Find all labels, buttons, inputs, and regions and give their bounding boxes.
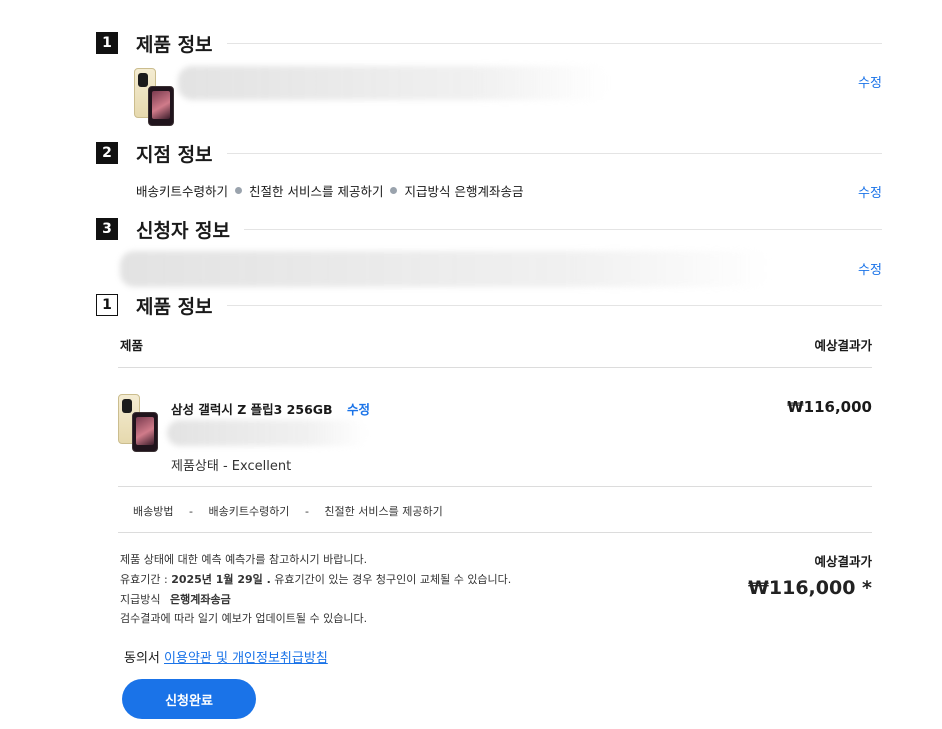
note-update: 검수결과에 따라 일기 예보가 업데이트될 수 있습니다. <box>120 612 368 625</box>
section-applicant-header: 3 신청자 정보 <box>96 217 882 242</box>
product-condition: 제품상태 - Excellent <box>171 459 292 474</box>
payment-label: 지급방식 <box>120 593 161 606</box>
section-title: 제품 정보 <box>136 33 213 56</box>
edit-branch-link[interactable]: 수정 <box>858 182 882 201</box>
payment-value: 은행계좌송금 <box>169 593 231 606</box>
terms-link[interactable]: 이용약관 및 개인정보취급방침 <box>164 651 328 666</box>
blurred-product-info <box>178 66 608 100</box>
note-validity: 유효기간 : 2025년 1월 29일 . 유효기간이 있는 경우 청구인이 교… <box>120 571 511 587</box>
column-header-estimate: 예상결과가 <box>814 338 872 353</box>
product-thumbnail <box>134 68 178 126</box>
section-product-header: 1 제품 정보 <box>96 31 882 56</box>
section-title: 신청자 정보 <box>136 219 231 242</box>
branch-info: 배송키트수령하기 친절한 서비스를 제공하기 지급방식 은행계좌송금 <box>136 181 523 200</box>
edit-item-link[interactable]: 수정 <box>347 399 370 418</box>
product-name: 삼성 갤럭시 Z 플립3 256GB <box>171 402 333 417</box>
product-thumbnail <box>118 394 162 452</box>
branch-item: 친절한 서비스를 제공하기 <box>249 184 384 199</box>
section-number: 3 <box>96 218 118 240</box>
bullet-icon <box>235 187 243 194</box>
bullet-icon <box>390 187 398 194</box>
column-header-product: 제품 <box>120 338 144 353</box>
delivery-method: 배송방법 - 배송키트수령하기 - 친절한 서비스를 제공하기 <box>133 503 443 519</box>
edit-product-link[interactable]: 수정 <box>858 72 882 91</box>
item-price: ₩116,000 <box>787 398 872 416</box>
delivery-label: 배송방법 <box>133 505 174 518</box>
divider <box>118 367 872 368</box>
delivery-option: 친절한 서비스를 제공하기 <box>324 505 443 518</box>
section-title: 제품 정보 <box>136 295 213 318</box>
total-price: ₩116,000 * <box>747 577 872 599</box>
branch-item: 배송키트수령하기 <box>136 184 229 199</box>
divider <box>118 486 872 487</box>
validity-tail: 유효기간이 있는 경우 청구인이 교체될 수 있습니다. <box>274 573 512 586</box>
branch-item: 지급방식 은행계좌송금 <box>404 184 524 199</box>
delivery-option: 배송키트수령하기 <box>208 505 290 518</box>
section-number: 1 <box>96 32 118 54</box>
agreement: 동의서 이용약관 및 개인정보취급방침 <box>124 647 328 666</box>
total-label: 예상결과가 <box>814 554 872 569</box>
edit-applicant-link[interactable]: 수정 <box>858 259 882 278</box>
agreement-prefix: 동의서 <box>124 651 160 666</box>
divider <box>226 152 882 154</box>
divider <box>226 304 882 306</box>
divider <box>244 228 882 230</box>
submit-button[interactable]: 신청완료 <box>122 679 256 719</box>
separator: - <box>188 505 193 518</box>
blurred-applicant-info <box>120 251 770 287</box>
section-number: 1 <box>96 294 118 316</box>
section-branch-header: 2 지점 정보 <box>96 141 882 166</box>
separator: - <box>304 505 309 518</box>
section-summary-header: 1 제품 정보 <box>96 293 882 318</box>
divider <box>226 42 882 44</box>
section-number: 2 <box>96 142 118 164</box>
section-title: 지점 정보 <box>136 143 213 166</box>
note-estimate: 제품 상태에 대한 예측 예측가를 참고하시기 바랍니다. <box>120 553 368 566</box>
validity-date: 2025년 1월 29일 . <box>171 573 271 586</box>
validity-label: 유효기간 : <box>120 573 168 586</box>
note-payment: 지급방식 은행계좌송금 <box>120 591 231 607</box>
blurred-item-detail <box>167 420 367 446</box>
divider <box>118 532 872 533</box>
